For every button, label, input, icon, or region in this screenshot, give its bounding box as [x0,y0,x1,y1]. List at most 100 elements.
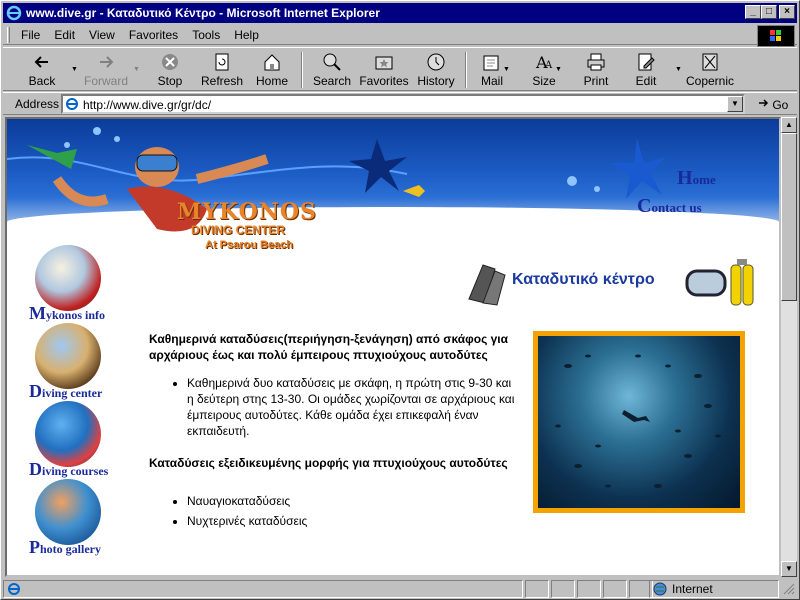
print-button[interactable]: Print [569,52,623,88]
vertical-scrollbar[interactable]: ▲ ▼ [781,117,797,577]
scroll-down-arrow-icon[interactable]: ▼ [781,561,797,577]
menu-edit[interactable]: Edit [47,28,82,42]
minimize-button[interactable]: _ [745,5,761,19]
copernic-icon [702,53,718,71]
internet-globe-icon [653,582,667,596]
go-button[interactable]: Go [757,97,788,112]
forward-button[interactable]: Forward [79,52,133,88]
printer-icon [587,53,605,71]
home-link[interactable]: Home [677,167,716,190]
security-zone-pane: Internet [649,580,779,598]
forward-dropdown-icon[interactable]: ▼ [133,66,140,73]
stop-label: Stop [157,74,183,88]
text-size-icon: AA [535,53,553,72]
scroll-up-arrow-icon[interactable]: ▲ [781,117,797,133]
zone-label: Internet [672,582,713,596]
toolbar-grip[interactable] [7,26,10,43]
menu-bar: File Edit View Favorites Tools Help [3,25,797,45]
page-content: MYKONOS DIVING CENTER At Psarou Beach Ho… [5,117,781,577]
size-button[interactable]: AA Size [517,52,571,88]
logo-subtitle: DIVING CENTER [191,223,286,237]
home-label: Home [255,74,288,88]
menu-file[interactable]: File [14,28,47,42]
heading-daily-dives: Καθημερινά καταδύσεις(περιήγηση-ξενάγηση… [149,332,509,362]
status-bar: Internet [3,579,797,599]
diving-courses-globe-image [35,401,101,467]
mail-label: Mail [480,74,503,88]
site-banner: MYKONOS DIVING CENTER [7,119,779,249]
search-label: Search [312,74,352,88]
logo-location: At Psarou Beach [205,239,294,251]
back-label: Back [28,74,56,88]
list-item: Ναυαγιοκαταδύσεις [187,493,521,509]
edit-dropdown-icon[interactable]: ▼ [675,66,682,73]
contact-link-text: ontact us [651,200,702,215]
address-label: Address [15,97,60,111]
browser-window: www.dive.gr - Καταδυτικό Κέντρο - Micros… [0,0,800,600]
menu-help[interactable]: Help [227,28,266,42]
address-input[interactable]: http://www.dive.gr/gr/dc/ ▼ [61,94,745,114]
home-icon [264,54,280,71]
main-article: Καθημερινά καταδύσεις(περιήγηση-ξενάγηση… [149,331,521,545]
nav-diving-courses[interactable]: Diving courses [29,401,139,480]
standard-toolbar: Back ▼ Forward ▼ Stop Refresh Home Searc… [3,47,797,91]
mail-button[interactable]: Mail [465,52,519,88]
status-pane [577,580,601,598]
address-dropdown-icon[interactable]: ▼ [727,96,743,112]
copernic-button[interactable]: Copernic [683,52,737,88]
edit-page-icon [638,53,655,71]
diving-center-globe-image [35,323,101,389]
fins-icon [468,264,506,306]
special-dives-list: Ναυαγιοκαταδύσεις Νυχτερινές καταδύσεις [187,493,521,529]
contact-link[interactable]: Contact us [637,195,702,218]
go-label: Go [772,98,789,112]
back-button[interactable]: Back [15,52,69,88]
copernic-label: Copernic [685,74,735,88]
mail-dropdown-icon[interactable]: ▼ [503,66,510,73]
photo-gallery-globe-image [35,479,101,545]
scuba-tank-icon [730,259,754,306]
favorites-icon [375,56,393,70]
nav-label-photo-gallery: Photo gallery [29,537,101,557]
status-pane [603,580,627,598]
home-button[interactable]: Home [245,52,299,88]
maximize-button[interactable]: □ [761,5,777,19]
history-button[interactable]: History [409,52,463,88]
nav-diving-center[interactable]: Diving center [29,323,139,402]
history-icon [427,53,445,71]
menu-favorites[interactable]: Favorites [122,28,185,42]
daily-dives-list: Καθημερινά δυο καταδύσεις με σκάφη, η πρ… [187,375,521,439]
nav-label-diving-courses: Diving courses [29,459,109,479]
search-icon [323,53,341,71]
refresh-button[interactable]: Refresh [195,52,249,88]
window-title: www.dive.gr - Καταδυτικό Κέντρο - Micros… [26,6,380,20]
edit-button[interactable]: Edit [619,52,673,88]
status-pane [551,580,575,598]
nav-label-mykonos-info: Mykonos info [29,303,106,323]
nav-label-diving-center: Diving center [29,381,103,401]
back-dropdown-icon[interactable]: ▼ [71,66,78,73]
size-dropdown-icon[interactable]: ▼ [555,66,562,73]
contact-link-cap: C [637,195,652,217]
stop-button[interactable]: Stop [143,52,197,88]
back-arrow-icon [34,56,48,68]
menu-tools[interactable]: Tools [185,28,227,42]
mask-icon [685,269,727,297]
resize-grip-icon[interactable] [783,583,795,595]
favorites-button[interactable]: Favorites [357,52,411,88]
title-bar[interactable]: www.dive.gr - Καταδυτικό Κέντρο - Micros… [3,3,797,23]
logo-text: MYKONOS [177,199,317,225]
scroll-thumb[interactable] [781,133,797,301]
status-text-pane [3,580,523,598]
nav-mykonos-info[interactable]: Mykonos info [29,245,139,324]
page-icon [66,98,78,110]
menu-view[interactable]: View [82,28,122,42]
fish-school-image [555,354,721,488]
home-link-text: ome [692,172,716,187]
status-pane [525,580,549,598]
search-button[interactable]: Search [305,52,359,88]
windows-logo-icon [757,25,795,47]
close-button[interactable]: × [779,5,795,19]
home-link-cap: H [677,167,693,189]
nav-photo-gallery[interactable]: Photo gallery [29,479,139,558]
